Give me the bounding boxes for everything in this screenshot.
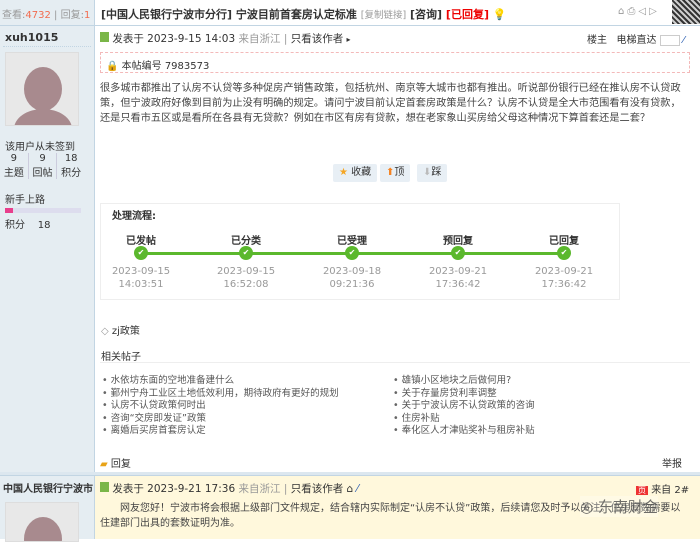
only-author-link[interactable]: 只看该作者 xyxy=(291,33,344,45)
related-list-left: 水依坊东面的空地准备建什么鄞州宁舟工业区土地低效利用，期待政府有更好的规划认房不… xyxy=(102,375,339,438)
related-post-link[interactable]: 关于宁波认房不认贷政策的咨询 xyxy=(393,400,535,413)
floor-input[interactable] xyxy=(659,34,680,46)
tag[interactable]: ◇ zj政策 xyxy=(101,322,140,337)
check-icon: ✔ xyxy=(451,246,465,260)
user-online-icon xyxy=(100,482,109,492)
step-time: 2023-09-21 17:36:42 xyxy=(534,266,594,290)
only-author-link[interactable]: 只看该作者 xyxy=(291,483,344,495)
status-badge: [已回复] xyxy=(445,8,489,21)
upvote-button[interactable]: ⬆顶 xyxy=(380,164,411,182)
reply-button[interactable]: ▰ 回复 xyxy=(100,455,131,470)
check-icon: ✔ xyxy=(239,246,253,260)
toolbar-icons: ⌂⎙◁▷ xyxy=(618,6,660,17)
avatar[interactable] xyxy=(5,52,79,126)
points: 积分 18 xyxy=(5,220,51,231)
signin-status: 该用户从未签到 xyxy=(5,142,75,153)
reply-icon: ▰ xyxy=(100,459,108,470)
watermark: ◎ 东南财金 xyxy=(580,496,658,517)
copy-link[interactable]: [复制链接] xyxy=(361,10,406,21)
wechat-icon: ◎ xyxy=(580,498,594,516)
floor-icon: 页 xyxy=(636,486,648,495)
related-post-link[interactable]: 鄞州宁舟工业区土地低效利用，期待政府有更好的规划 xyxy=(102,388,339,401)
step-label: 预回复 xyxy=(443,236,473,247)
post-number-box: 🔒 本帖编号 7983573 xyxy=(100,52,690,73)
category-tag[interactable]: [咨询] xyxy=(410,8,442,21)
step-time: 2023-09-15 16:52:08 xyxy=(216,266,276,290)
related-post-link[interactable]: 咨询“交房即发证”政策 xyxy=(102,413,339,426)
qr-code[interactable] xyxy=(672,0,700,24)
step-time: 2023-09-21 17:36:42 xyxy=(428,266,488,290)
prev-icon[interactable]: ◁ xyxy=(638,6,649,17)
home-icon: ⌂ xyxy=(346,483,354,495)
step-time: 2023-09-15 14:03:51 xyxy=(111,266,171,290)
check-icon: ✔ xyxy=(557,246,571,260)
post-meta: 发表于 2023-9-21 17:36 来自浙江 | 只看该作者 ⌂ ⁄ xyxy=(100,481,358,496)
lock-icon: 🔒 xyxy=(106,61,119,72)
step-label: 已分类 xyxy=(231,236,261,247)
check-icon: ✔ xyxy=(345,246,359,260)
related-post-link[interactable]: 雄镇小区地块之后做何用? xyxy=(393,375,535,388)
star-icon: ★ xyxy=(339,167,348,178)
tag-icon: ◇ xyxy=(101,326,109,337)
related-list-right: 雄镇小区地块之后做何用?关于存量房贷利率调整关于宁波认房不认贷政策的咨询住房补贴… xyxy=(393,375,535,438)
author-stats: 9 主题 9 回帖 18 积分 xyxy=(0,153,85,179)
reply-count: 1 xyxy=(83,10,91,21)
related-post-link[interactable]: 认房不认贷政策何时出 xyxy=(102,400,339,413)
view-count: 4732 xyxy=(25,10,51,21)
step-label: 已受理 xyxy=(337,236,367,247)
related-title: 相关帖子 xyxy=(101,352,141,363)
step-time: 2023-09-18 09:21:36 xyxy=(322,266,382,290)
check-icon: ✔ xyxy=(134,246,148,260)
rank-progress xyxy=(5,208,81,213)
lightbulb-icon: 💡 xyxy=(492,8,507,21)
floor-nav: 楼主 电梯直达 ⁄ xyxy=(587,34,685,46)
avatar[interactable] xyxy=(5,502,79,542)
user-rank: 新手上路 xyxy=(5,195,45,206)
post-meta: 发表于 2023-9-15 14:03 来自浙江 | 只看该作者 ▸ xyxy=(100,31,351,46)
related-post-link[interactable]: 离婚后买房首套房认定 xyxy=(102,425,339,438)
user-online-icon xyxy=(100,32,109,42)
related-post-link[interactable]: 关于存量房贷利率调整 xyxy=(393,388,535,401)
next-icon[interactable]: ▷ xyxy=(649,6,660,17)
downvote-button[interactable]: ⬇踩 xyxy=(417,164,448,182)
related-post-link[interactable]: 水依坊东面的空地准备建什么 xyxy=(102,375,339,388)
edit-icon: ⁄ xyxy=(356,483,359,495)
step-label: 已回复 xyxy=(549,236,579,247)
go-icon[interactable]: ⁄ xyxy=(683,35,685,46)
thread-title: [中国人民银行宁波市分行] 宁波目前首套房认定标准 [复制链接] [咨询] [已… xyxy=(101,8,507,21)
report-link[interactable]: 举报 xyxy=(662,455,682,470)
process-title: 处理流程: xyxy=(112,211,156,222)
home-icon[interactable]: ⌂ xyxy=(618,6,627,17)
author-name[interactable]: xuh1015 xyxy=(5,31,58,44)
step-label: 已发帖 xyxy=(126,236,156,247)
related-post-link[interactable]: 奉化区人才津贴奖补与租房补贴 xyxy=(393,425,535,438)
post-body: 很多城市都推出了认房不认贷等多种促房产销售政策，包括杭州、南京等大城市也都有推出… xyxy=(100,83,681,124)
thread-stats: 查看:4732 | 回复:1 xyxy=(2,10,91,21)
related-post-link[interactable]: 住房补贴 xyxy=(393,413,535,426)
print-icon[interactable]: ⎙ xyxy=(627,6,638,17)
floor-label: 页 来自 2# xyxy=(636,485,690,496)
favorite-button[interactable]: ★ 收藏 xyxy=(333,164,378,182)
author-name[interactable]: 中国人民银行宁波市 xyxy=(3,480,93,495)
